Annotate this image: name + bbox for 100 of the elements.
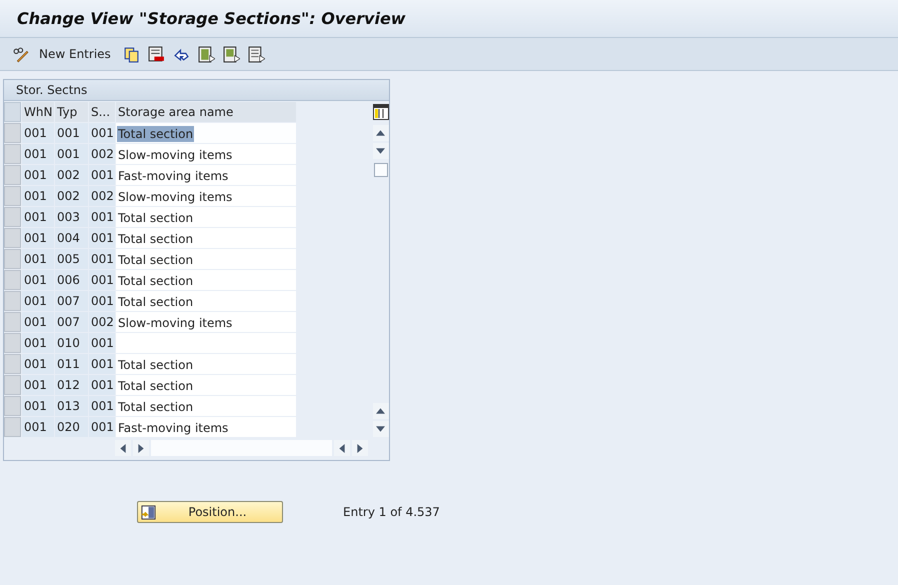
- table-cell: 011: [55, 354, 88, 374]
- table-cell: 001: [22, 123, 54, 143]
- table-cell: 005: [55, 249, 88, 269]
- row-selector[interactable]: [4, 312, 21, 332]
- scroll-right-button[interactable]: [352, 440, 368, 456]
- input-field[interactable]: Fast-moving items: [116, 165, 296, 185]
- copy-icon[interactable]: [122, 46, 140, 62]
- table-cell: 001: [22, 186, 54, 206]
- right-triangle-icon: [357, 444, 363, 452]
- window-title: Change View "Storage Sections": Overview: [17, 9, 406, 28]
- row-selector[interactable]: [4, 291, 21, 311]
- table-cell: 001: [89, 417, 115, 437]
- scroll-down-button[interactable]: [372, 421, 388, 437]
- row-selector[interactable]: [4, 375, 21, 395]
- scroll-up-button[interactable]: [372, 403, 388, 419]
- right-triangle-icon: [138, 444, 144, 452]
- table-cell: 001: [89, 270, 115, 290]
- column-header[interactable]: Typ: [55, 102, 88, 122]
- left-triangle-icon: [120, 444, 126, 452]
- position-button[interactable]: Position...: [137, 501, 283, 523]
- input-field[interactable]: Total section: [116, 249, 296, 269]
- table-cell: 001: [22, 333, 54, 353]
- table-cell: 001: [22, 354, 54, 374]
- table-cell: 012: [55, 375, 88, 395]
- table-cell: 001: [89, 291, 115, 311]
- input-field[interactable]: Total section: [116, 375, 296, 395]
- select-all-button[interactable]: [4, 102, 21, 122]
- up-triangle-icon: [376, 130, 385, 136]
- pencil-glasses-icon[interactable]: [12, 46, 29, 62]
- table-cell: 002: [89, 312, 115, 332]
- table-cell: 001: [22, 165, 54, 185]
- input-field[interactable]: Total section: [116, 291, 296, 311]
- scroll-thumb[interactable]: [374, 163, 388, 177]
- table-cell: 001: [55, 123, 88, 143]
- table-cell: 002: [89, 186, 115, 206]
- input-field[interactable]: Slow-moving items: [116, 186, 296, 206]
- input-field[interactable]: Slow-moving items: [116, 312, 296, 332]
- table-cell: 001: [22, 375, 54, 395]
- row-selector[interactable]: [4, 123, 21, 143]
- table-cell: 001: [22, 144, 54, 164]
- table-cell: 013: [55, 396, 88, 416]
- table-cell: 001: [89, 333, 115, 353]
- table-cell: 001: [22, 396, 54, 416]
- up-triangle-icon: [376, 408, 385, 414]
- table-cell: 007: [55, 291, 88, 311]
- table-cell: 001: [89, 354, 115, 374]
- row-selector[interactable]: [4, 333, 21, 353]
- table-cell: 001: [22, 312, 54, 332]
- table-cell: 001: [22, 228, 54, 248]
- delete-row-icon[interactable]: [148, 46, 165, 62]
- scroll-left-button[interactable]: [115, 440, 131, 456]
- row-selector[interactable]: [4, 249, 21, 269]
- table-cell: 010: [55, 333, 88, 353]
- entry-count: Entry 1 of 4.537: [343, 505, 440, 519]
- column-header[interactable]: Storage area name: [116, 102, 296, 122]
- table-cell: 002: [89, 144, 115, 164]
- table-cell: 001: [89, 207, 115, 227]
- table-cell: 003: [55, 207, 88, 227]
- down-triangle-icon: [376, 426, 385, 432]
- row-selector[interactable]: [4, 186, 21, 206]
- left-triangle-icon: [339, 444, 345, 452]
- column-settings-icon[interactable]: [372, 104, 388, 120]
- table-cell: 001: [22, 417, 54, 437]
- input-field[interactable]: Total section: [116, 354, 296, 374]
- down-triangle-icon: [376, 148, 385, 154]
- input-field[interactable]: Fast-moving items: [116, 417, 296, 437]
- new-entries-button[interactable]: New Entries: [37, 47, 115, 61]
- row-selector[interactable]: [4, 354, 21, 374]
- scroll-right-button[interactable]: [133, 440, 149, 456]
- input-field[interactable]: Total section: [116, 228, 296, 248]
- table-cell: 001: [22, 291, 54, 311]
- table-cell: 002: [55, 165, 88, 185]
- input-field[interactable]: Slow-moving items: [116, 144, 296, 164]
- row-selector[interactable]: [4, 144, 21, 164]
- table-cell: 001: [55, 144, 88, 164]
- table-cell: 007: [55, 312, 88, 332]
- input-field[interactable]: Total section: [116, 270, 296, 290]
- row-selector[interactable]: [4, 417, 21, 437]
- row-selector[interactable]: [4, 396, 21, 416]
- table-cell: 001: [89, 375, 115, 395]
- scroll-left-button[interactable]: [334, 440, 350, 456]
- input-field[interactable]: Total section: [116, 207, 296, 227]
- column-header[interactable]: WhN: [22, 102, 54, 122]
- table-cell: 001: [89, 228, 115, 248]
- table-cell: 020: [55, 417, 88, 437]
- table-cell: 006: [55, 270, 88, 290]
- scroll-up-button[interactable]: [372, 125, 388, 141]
- row-selector[interactable]: [4, 165, 21, 185]
- table-cell: 001: [22, 249, 54, 269]
- input-field[interactable]: Total section: [116, 123, 296, 143]
- row-selector[interactable]: [4, 228, 21, 248]
- table-cell: 001: [22, 207, 54, 227]
- row-selector[interactable]: [4, 270, 21, 290]
- scroll-down-button[interactable]: [372, 143, 388, 159]
- column-header[interactable]: S...: [89, 102, 115, 122]
- input-field[interactable]: Total section: [116, 396, 296, 416]
- table-cell: 004: [55, 228, 88, 248]
- row-selector[interactable]: [4, 207, 21, 227]
- input-field[interactable]: [116, 333, 296, 353]
- table-cell: 001: [89, 165, 115, 185]
